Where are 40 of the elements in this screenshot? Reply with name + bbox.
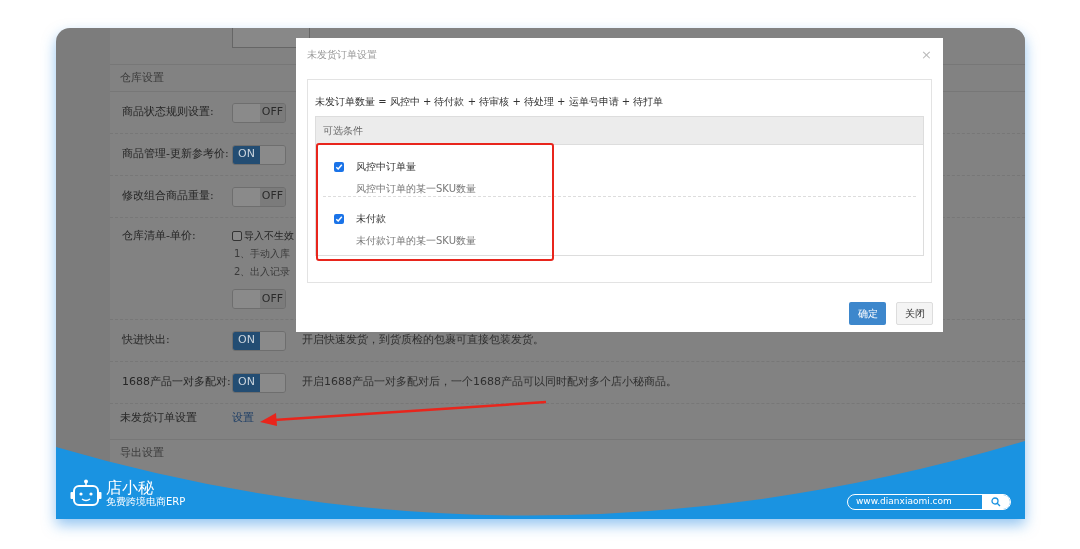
url-text: www.dianxiaomi.com bbox=[855, 495, 953, 509]
option-title: 未付款 bbox=[356, 212, 387, 226]
note-text: 1、手动入库 bbox=[234, 247, 292, 261]
table-header: 可选条件 bbox=[323, 124, 363, 138]
section-title: 仓库设置 bbox=[120, 69, 164, 86]
check-icon bbox=[335, 215, 343, 223]
option-description: 未付款订单的某一SKU数量 bbox=[356, 234, 476, 248]
setting-description: 开启快速发货，到货质检的包裹可直接包装发货。 bbox=[302, 332, 544, 349]
brand-slogan: 免费跨境电商ERP bbox=[106, 496, 186, 507]
toggle-switch[interactable]: ON bbox=[232, 330, 286, 351]
option-description: 风控中订单的某一SKU数量 bbox=[356, 182, 476, 196]
dialog-title: 未发货订单设置 bbox=[307, 47, 377, 62]
close-button[interactable]: × bbox=[921, 47, 932, 61]
option-title: 风控中订单量 bbox=[356, 160, 417, 174]
checkbox[interactable] bbox=[232, 230, 242, 241]
checkbox-label: 导入不生效 bbox=[244, 229, 294, 243]
toggle-switch[interactable]: ON bbox=[232, 144, 286, 165]
setting-label: 快进快出: bbox=[122, 332, 171, 349]
formula-text: 未发订单数量 = 风控中 + 待付款 + 待审核 + 待处理 + 运单号申请 + 待打单 bbox=[315, 95, 665, 109]
robot-logo-icon bbox=[70, 479, 102, 507]
setting-label: 仓库清单-单价: bbox=[122, 228, 197, 244]
toggle-switch[interactable]: OFF bbox=[232, 289, 286, 309]
toggle-switch[interactable]: ON bbox=[232, 372, 286, 393]
option-checkbox[interactable] bbox=[334, 162, 344, 172]
settings-link[interactable]: 设置 bbox=[232, 409, 254, 427]
note-text: 2、出入记录 bbox=[234, 265, 292, 279]
search-icon bbox=[991, 497, 1001, 507]
dialog-button[interactable]: 关闭 bbox=[896, 302, 933, 325]
toggle-switch[interactable]: OFF bbox=[232, 186, 286, 207]
setting-label: 修改组合商品重量: bbox=[122, 188, 215, 205]
toggle-switch[interactable]: OFF bbox=[232, 102, 286, 123]
setting-label: 1688产品一对多配对: bbox=[122, 374, 232, 391]
brand-name: 店小秘 bbox=[106, 479, 154, 496]
check-icon bbox=[335, 163, 343, 171]
setting-label: 未发货订单设置 bbox=[120, 409, 198, 426]
option-checkbox[interactable] bbox=[334, 214, 344, 224]
search-button[interactable] bbox=[982, 495, 1010, 509]
setting-label: 商品管理-更新参考价: bbox=[122, 146, 230, 163]
setting-label: 商品状态规则设置: bbox=[122, 104, 215, 121]
dialog-button[interactable]: 确定 bbox=[849, 302, 886, 325]
